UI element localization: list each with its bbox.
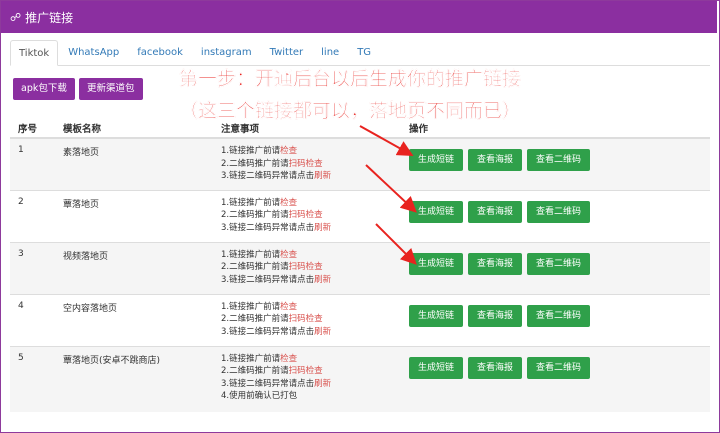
row-notes: 1.链接推广前请检查 2.二维码推广前请扫码检查 3.链接二维码异常请点击刷新 4.使… — [213, 345, 401, 412]
view-poster-button[interactable]: 查看海报 — [468, 356, 523, 379]
note-line: 2.二维码推广前请扫码检查 — [221, 314, 323, 324]
note-line: 3.链接二维码异常请点击刷新 — [221, 171, 332, 181]
note-line: 2.二维码推广前请扫码检查 — [221, 210, 323, 220]
apk-download-button[interactable]: apk包下载 — [13, 78, 75, 100]
generate-short-link-button[interactable]: 生成短链 — [409, 200, 464, 223]
row-notes: 1.链接推广前请检查 2.二维码推广前请扫码检查 3.链接二维码异常请点击刷新 — [213, 189, 401, 242]
note-action-link[interactable]: 刷新 — [314, 327, 331, 337]
view-poster-button[interactable]: 查看海报 — [468, 200, 523, 223]
tab-tg[interactable]: TG — [349, 40, 379, 66]
tab-instagram[interactable]: instagram — [193, 40, 260, 66]
annotation-step-one-note: （这三个链接都可以，落地页不同而已） — [178, 100, 521, 122]
template-name: 蕈落地页 — [55, 189, 213, 242]
tab-twitter[interactable]: Twitter — [262, 40, 312, 66]
row-number: 5 — [10, 345, 55, 412]
row-notes: 1.链接推广前请检查 2.二维码推广前请扫码检查 3.链接二维码异常请点击刷新 — [213, 137, 401, 190]
note-action-link[interactable]: 扫码检查 — [289, 159, 323, 169]
note-action-link[interactable]: 刷新 — [314, 223, 331, 233]
link-table: 序号 模板名称 注意事项 操作 1 素落地页 1.链接推广前请检查 2.二维码推广… — [10, 118, 710, 412]
row-actions: 生成短链 查看海报 查看二维码 — [401, 345, 710, 412]
view-qr-button[interactable]: 查看二维码 — [527, 356, 591, 379]
row-number: 4 — [10, 293, 55, 346]
row-number: 2 — [10, 189, 55, 242]
tab-bar: Tiktok WhatsApp facebook instagram Twitt… — [10, 40, 710, 66]
note-action-link[interactable]: 检查 — [280, 354, 297, 364]
row-notes: 1.链接推广前请检查 2.二维码推广前请扫码检查 3.链接二维码异常请点击刷新 — [213, 241, 401, 294]
table-row: 1 素落地页 1.链接推广前请检查 2.二维码推广前请扫码检查 3.链接二维码异常请… — [10, 137, 710, 190]
tab-whatsapp[interactable]: WhatsApp — [60, 40, 127, 66]
note-line: 1.链接推广前请检查 — [221, 249, 298, 260]
note-action-link[interactable]: 刷新 — [314, 171, 331, 181]
template-name: 素落地页 — [55, 137, 213, 190]
note-line: 3.链接二维码异常请点击刷新 — [221, 274, 332, 285]
view-poster-button[interactable]: 查看海报 — [468, 252, 523, 275]
note-line: 1.链接推广前请检查 — [221, 146, 298, 156]
view-qr-button[interactable]: 查看二维码 — [527, 149, 591, 171]
note-line: 1.链接推广前请检查 — [221, 197, 298, 208]
note-action-link[interactable]: 刷新 — [314, 275, 331, 285]
note-line: 1.链接推广前请检查 — [221, 353, 298, 364]
annotation-step-one: 第一步：开通后台以后生成你的推广链接 — [178, 68, 521, 90]
note-action-link[interactable]: 刷新 — [314, 379, 331, 389]
table-row: 2 蕈落地页 1.链接推广前请检查 2.二维码推广前请扫码检查 3.链接二维码异常请… — [10, 189, 710, 242]
panel-header: ☍ 推广链接 — [1, 1, 717, 33]
view-poster-button[interactable]: 查看海报 — [468, 149, 523, 171]
tab-line[interactable]: line — [313, 40, 347, 66]
table-row: 5 蕈落地页(安卓不跳商店) 1.链接推广前请检查 2.二维码推广前请扫码检查 3.… — [10, 345, 710, 412]
note-line: 3.链接二维码异常请点击刷新 — [221, 326, 332, 337]
tab-facebook[interactable]: facebook — [129, 40, 191, 66]
note-action-link[interactable]: 检查 — [280, 198, 297, 208]
share-icon: ☍ — [10, 10, 22, 24]
col-header-no: 序号 — [10, 118, 55, 139]
table-row: 3 视频落地页 1.链接推广前请检查 2.二维码推广前请扫码检查 3.链接二维码异常… — [10, 241, 710, 294]
table-row: 4 空内容落地页 1.链接推广前请检查 2.二维码推广前请扫码检查 3.链接二维码异… — [10, 293, 710, 346]
view-qr-button[interactable]: 查看二维码 — [527, 304, 591, 327]
view-poster-button[interactable]: 查看海报 — [468, 304, 523, 327]
note-action-link[interactable]: 检查 — [280, 146, 297, 156]
note-line: 2.二维码推广前请扫码检查 — [221, 366, 323, 376]
note-action-link[interactable]: 检查 — [280, 250, 297, 260]
generate-short-link-button[interactable]: 生成短链 — [409, 304, 464, 327]
note-line: 2.二维码推广前请扫码检查 — [221, 158, 323, 169]
template-name: 蕈落地页(安卓不跳商店) — [55, 345, 213, 412]
note-action-link[interactable]: 扫码检查 — [289, 262, 323, 272]
generate-short-link-button[interactable]: 生成短链 — [409, 149, 464, 171]
note-action-link[interactable]: 扫码检查 — [289, 314, 323, 324]
panel-title: 推广链接 — [25, 10, 74, 25]
generate-short-link-button[interactable]: 生成短链 — [409, 356, 464, 379]
row-actions: 生成短链 查看海报 查看二维码 — [401, 241, 710, 294]
template-name: 视频落地页 — [55, 241, 213, 294]
row-number: 1 — [10, 137, 55, 190]
note-action-link[interactable]: 扫码检查 — [289, 366, 323, 376]
view-qr-button[interactable]: 查看二维码 — [527, 252, 591, 275]
row-notes: 1.链接推广前请检查 2.二维码推广前请扫码检查 3.链接二维码异常请点击刷新 — [213, 293, 401, 346]
row-actions: 生成短链 查看海报 查看二维码 — [401, 293, 710, 346]
generate-short-link-button[interactable]: 生成短链 — [409, 252, 464, 275]
note-line: 3.链接二维码异常请点击刷新 — [221, 222, 332, 233]
note-line: 4.使用前确认已打包 — [221, 391, 298, 401]
template-name: 空内容落地页 — [55, 293, 213, 346]
note-line: 3.链接二维码异常请点击刷新 — [221, 378, 332, 389]
view-qr-button[interactable]: 查看二维码 — [527, 200, 591, 223]
row-actions: 生成短链 查看海报 查看二维码 — [401, 189, 710, 242]
tab-tiktok[interactable]: Tiktok — [10, 40, 59, 66]
note-line: 2.二维码推广前请扫码检查 — [221, 262, 323, 272]
note-action-link[interactable]: 扫码检查 — [289, 210, 323, 220]
note-action-link[interactable]: 检查 — [280, 302, 297, 312]
row-actions: 生成短链 查看海报 查看二维码 — [401, 137, 710, 190]
note-line: 1.链接推广前请检查 — [221, 301, 298, 312]
row-number: 3 — [10, 241, 55, 294]
